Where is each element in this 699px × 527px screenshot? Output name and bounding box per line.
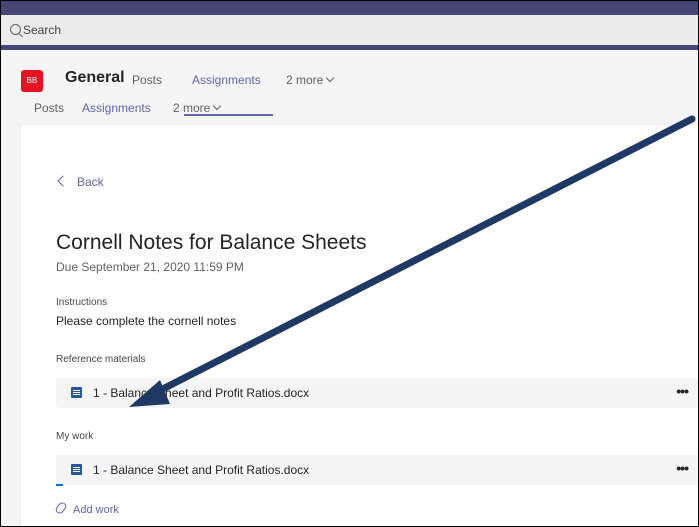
more-options-icon[interactable]: ••• <box>676 383 689 399</box>
back-button[interactable]: Back <box>57 175 104 189</box>
team-avatar[interactable]: BB <box>21 70 43 92</box>
tab-more-row2[interactable]: 2 more <box>173 101 222 115</box>
my-work-file-row[interactable]: 1 - Balance Sheet and Profit Ratios.docx… <box>56 455 698 485</box>
tab-posts-row2[interactable]: Posts <box>34 101 64 115</box>
reference-materials-label: Reference materials <box>56 354 146 365</box>
add-work-button[interactable]: Add work <box>54 500 119 516</box>
search-input[interactable]: Search <box>23 23 61 37</box>
teams-window: Search BB General Posts Assignments 2 mo… <box>0 0 699 527</box>
search-icon <box>10 24 21 35</box>
search-bar[interactable]: Search <box>1 15 698 46</box>
channel-header: BB General Posts Assignments 2 more Post… <box>1 50 698 123</box>
tab-more-label: 2 more <box>286 73 324 87</box>
chevron-down-icon <box>213 101 222 111</box>
reference-file-row[interactable]: 1 - Balance Sheet and Profit Ratios.docx… <box>56 378 698 408</box>
tab-assignments[interactable]: Assignments <box>192 73 261 87</box>
chevron-down-icon <box>326 73 335 83</box>
instructions-label: Instructions <box>56 297 108 308</box>
channel-name: General <box>65 69 125 86</box>
tab-more[interactable]: 2 more <box>286 73 335 87</box>
paperclip-icon <box>54 500 68 516</box>
back-label: Back <box>77 175 104 189</box>
my-work-file-name[interactable]: 1 - Balance Sheet and Profit Ratios.docx <box>93 463 309 477</box>
reference-file-name[interactable]: 1 - Balance Sheet and Profit Ratios.docx <box>93 386 309 400</box>
tab-posts[interactable]: Posts <box>132 73 162 87</box>
due-date: Due September 21, 2020 11:59 PM <box>56 260 244 274</box>
upload-progress <box>56 484 63 486</box>
more-options-icon[interactable]: ••• <box>676 460 689 476</box>
tab-more-row2-label: 2 more <box>173 101 211 115</box>
chevron-left-icon <box>57 175 69 187</box>
title-bar <box>1 1 698 15</box>
assignment-title: Cornell Notes for Balance Sheets <box>56 231 367 254</box>
word-document-icon <box>71 464 82 475</box>
my-work-label: My work <box>56 431 94 442</box>
assignment-card: Back Cornell Notes for Balance Sheets Du… <box>21 125 698 526</box>
tab-assignments-row2[interactable]: Assignments <box>82 101 151 115</box>
word-document-icon <box>71 387 82 398</box>
active-tab-indicator <box>184 114 273 116</box>
add-work-label: Add work <box>73 504 119 516</box>
instructions-text: Please complete the cornell notes <box>56 314 237 328</box>
